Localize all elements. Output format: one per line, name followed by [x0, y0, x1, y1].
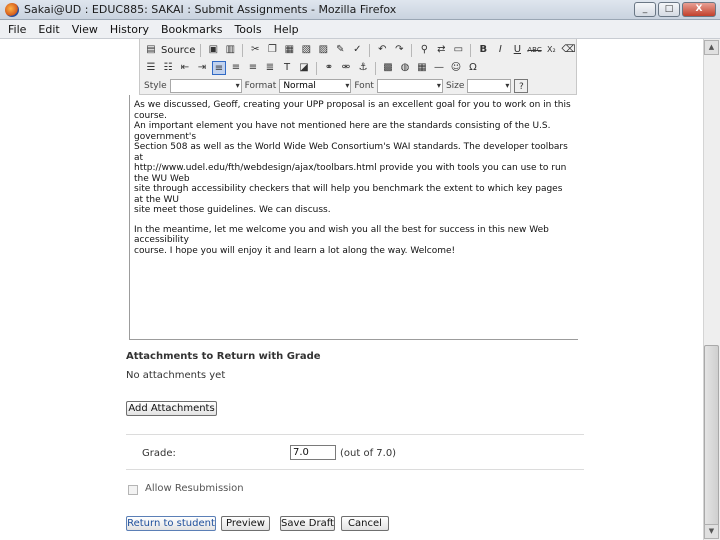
return-to-student-button[interactable]: Return to student — [126, 516, 216, 531]
redo-icon[interactable]: ↷ — [392, 43, 406, 57]
size-label: Size — [445, 81, 465, 91]
italic-icon[interactable]: I — [493, 43, 507, 57]
editor-toolbar: ▤ Source ▣ ▥ ✂ ❐ ▦ ▧ ▨ ✎ ✓ ↶ ↷ ⚲ ⇄ ▭ B I… — [139, 39, 577, 95]
feedback-paragraph: As we discussed, Geoff, creating your UP… — [134, 100, 571, 215]
grade-panel: Grade: (out of 7.0) — [126, 434, 584, 470]
cut-icon[interactable]: ✂ — [248, 43, 262, 57]
firefox-icon — [5, 3, 19, 17]
outdent-icon[interactable]: ⇤ — [178, 61, 192, 75]
close-window-button[interactable]: X — [682, 2, 716, 17]
window-controls: _ □ X — [634, 2, 716, 17]
toolbar-row-2: ☰ ☷ ⇤ ⇥ ≡ ≡ ≡ ≣ T ◪ ⚭ ⚮ ⚓ ▩ ◍ ▦ — ☺ Ω — [144, 59, 480, 77]
font-select[interactable] — [376, 79, 443, 93]
feedback-paragraph: In the meantime, let me welcome you and … — [134, 224, 549, 256]
toolbar-row-1: ▤ Source ▣ ▥ ✂ ❐ ▦ ▧ ▨ ✎ ✓ ↶ ↷ ⚲ ⇄ ▭ B I… — [144, 41, 576, 59]
menu-view[interactable]: View — [72, 23, 98, 36]
scroll-down-arrow-icon[interactable]: ▼ — [704, 524, 719, 539]
toolbar-separator — [242, 43, 244, 57]
underline-icon[interactable]: U — [510, 43, 524, 57]
feedback-editor[interactable]: As we discussed, Geoff, creating your UP… — [129, 95, 578, 340]
toolbar-separator — [316, 61, 317, 75]
menu-bar: File Edit View History Bookmarks Tools H… — [0, 20, 720, 39]
add-attachments-button[interactable]: Add Attachments — [126, 401, 217, 416]
replace-icon[interactable]: ⇄ — [434, 43, 448, 57]
subscript-icon[interactable]: X₂ — [544, 43, 558, 57]
toolbar-separator — [411, 43, 413, 57]
no-attachments-text: No attachments yet — [126, 370, 226, 381]
flash-icon[interactable]: ◍ — [398, 61, 412, 75]
save-icon[interactable]: ▣ — [206, 43, 220, 57]
window-titlebar: Sakai@UD : EDUC885: SAKAI : Submit Assig… — [0, 0, 720, 20]
scrollbar-thumb[interactable] — [704, 345, 719, 530]
spellcheck-as-you-type-icon[interactable]: ✓ — [350, 43, 364, 57]
toolbar-separator — [200, 43, 202, 57]
preview-icon[interactable]: ▥ — [223, 43, 237, 57]
help-icon[interactable]: ? — [514, 79, 529, 93]
align-center-icon[interactable]: ≡ — [229, 61, 243, 75]
unlink-icon[interactable]: ⚮ — [339, 61, 353, 75]
grade-label: Grade: — [142, 448, 176, 459]
indent-icon[interactable]: ⇥ — [195, 61, 209, 75]
bulleted-list-icon[interactable]: ☷ — [161, 61, 175, 75]
spellcheck-icon[interactable]: ✎ — [333, 43, 347, 57]
text-color-icon[interactable]: T — [280, 61, 294, 75]
window-title: Sakai@UD : EDUC885: SAKAI : Submit Assig… — [24, 3, 397, 16]
link-icon[interactable]: ⚭ — [322, 61, 336, 75]
minimize-button[interactable]: _ — [634, 2, 656, 17]
source-icon[interactable]: ▤ — [144, 43, 158, 57]
table-icon[interactable]: ▦ — [415, 61, 429, 75]
grade-max-text: (out of 7.0) — [340, 448, 397, 459]
style-label: Style — [144, 81, 167, 91]
numbered-list-icon[interactable]: ☰ — [144, 61, 158, 75]
paste-icon[interactable]: ▦ — [282, 43, 296, 57]
preview-button[interactable]: Preview — [221, 516, 270, 531]
cancel-button[interactable]: Cancel — [341, 516, 389, 531]
menu-history[interactable]: History — [110, 23, 149, 36]
source-button-label[interactable]: Source — [161, 45, 195, 56]
toolbar-separator — [369, 43, 371, 57]
maximize-button[interactable]: □ — [658, 2, 680, 17]
font-label: Font — [354, 81, 374, 91]
toolbar-row-3: Style Format Normal Font Size ? — [144, 77, 529, 95]
background-color-icon[interactable]: ◪ — [297, 61, 311, 75]
save-draft-button[interactable]: Save Draft — [280, 516, 335, 531]
grade-input[interactable] — [290, 445, 336, 460]
attachments-heading: Attachments to Return with Grade — [126, 351, 321, 362]
remove-format-icon[interactable]: ⌫ — [561, 43, 575, 57]
menu-bookmarks[interactable]: Bookmarks — [161, 23, 222, 36]
paste-text-icon[interactable]: ▧ — [299, 43, 313, 57]
bold-icon[interactable]: B — [476, 43, 490, 57]
strikethrough-icon[interactable]: ABC — [527, 43, 541, 57]
horizontal-rule-icon[interactable]: — — [432, 61, 446, 75]
toolbar-separator — [470, 43, 472, 57]
smiley-icon[interactable]: ☺ — [449, 61, 463, 75]
align-justify-icon[interactable]: ≣ — [263, 61, 277, 75]
copy-icon[interactable]: ❐ — [265, 43, 279, 57]
select-all-icon[interactable]: ▭ — [451, 43, 465, 57]
style-select[interactable] — [169, 79, 242, 93]
align-right-icon[interactable]: ≡ — [246, 61, 260, 75]
size-select[interactable] — [467, 79, 512, 93]
menu-file[interactable]: File — [8, 23, 26, 36]
toolbar-separator — [375, 61, 376, 75]
menu-edit[interactable]: Edit — [38, 23, 59, 36]
paste-word-icon[interactable]: ▨ — [316, 43, 330, 57]
special-char-icon[interactable]: Ω — [466, 61, 480, 75]
find-icon[interactable]: ⚲ — [417, 43, 431, 57]
allow-resubmission-checkbox[interactable] — [128, 485, 138, 495]
format-select[interactable]: Normal — [279, 79, 352, 93]
allow-resubmission-label: Allow Resubmission — [145, 483, 244, 494]
format-label: Format — [244, 81, 277, 91]
anchor-icon[interactable]: ⚓ — [356, 61, 370, 75]
align-left-icon[interactable]: ≡ — [212, 61, 226, 75]
undo-icon[interactable]: ↶ — [375, 43, 389, 57]
scroll-up-arrow-icon[interactable]: ▲ — [704, 40, 719, 55]
menu-help[interactable]: Help — [274, 23, 299, 36]
image-icon[interactable]: ▩ — [381, 61, 395, 75]
menu-tools[interactable]: Tools — [234, 23, 261, 36]
